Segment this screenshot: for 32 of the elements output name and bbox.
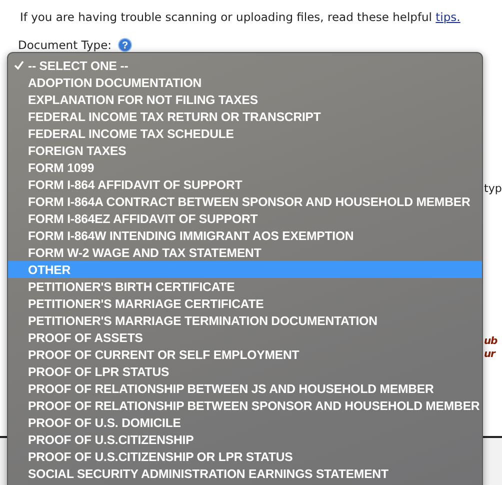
dropdown-option[interactable]: FORM I-864 AFFIDAVIT OF SUPPORT bbox=[8, 176, 482, 193]
dropdown-option[interactable]: FORM I-864EZ AFFIDAVIT OF SUPPORT bbox=[8, 210, 482, 227]
dropdown-option[interactable]: PETITIONER'S MARRIAGE CERTIFICATE bbox=[8, 295, 482, 312]
dropdown-option[interactable]: SOCIAL SECURITY ADMINISTRATION EARNINGS STATEMENT bbox=[8, 465, 482, 482]
dropdown-option[interactable]: PROOF OF CURRENT OR SELF EMPLOYMENT bbox=[8, 346, 482, 363]
dropdown-option[interactable]: PETITIONER'S BIRTH CERTIFICATE bbox=[8, 278, 482, 295]
partial-text: ur bbox=[484, 348, 495, 361]
dropdown-option[interactable]: FEDERAL INCOME TAX SCHEDULE bbox=[8, 125, 482, 142]
dropdown-option[interactable]: PETITIONER'S MARRIAGE TERMINATION DOCUMENTATION bbox=[8, 312, 482, 329]
dropdown-option[interactable]: FOREIGN TAXES bbox=[8, 142, 482, 159]
dropdown-option[interactable]: FORM W-2 WAGE AND TAX STATEMENT bbox=[8, 244, 482, 261]
dropdown-option[interactable]: -- SELECT ONE -- bbox=[8, 57, 482, 74]
field-label: Document Type: bbox=[18, 38, 112, 52]
dropdown-option[interactable]: PROOF OF RELATIONSHIP BETWEEN SPONSOR AND HOUSEHOLD MEMBER bbox=[8, 397, 482, 414]
dropdown-option[interactable]: PROOF OF RELATIONSHIP BETWEEN JS AND HOUSEHOLD MEMBER bbox=[8, 380, 482, 397]
dropdown-option[interactable]: FORM 1099 bbox=[8, 159, 482, 176]
partial-text: typ bbox=[484, 182, 502, 195]
dropdown-option[interactable]: FEDERAL INCOME TAX RETURN OR TRANSCRIPT bbox=[8, 108, 482, 125]
partial-text: ub bbox=[484, 335, 498, 348]
dropdown-option[interactable]: PROOF OF LPR STATUS bbox=[8, 363, 482, 380]
tips-link[interactable]: tips. bbox=[436, 10, 460, 24]
dropdown-option[interactable]: PROOF OF U.S.CITIZENSHIP bbox=[8, 431, 482, 448]
dropdown-option[interactable]: OTHER bbox=[8, 261, 482, 278]
dropdown-option[interactable]: FORM I-864W INTENDING IMMIGRANT AOS EXEMPTION bbox=[8, 227, 482, 244]
dropdown-option[interactable]: EXPLANATION FOR NOT FILING TAXES bbox=[8, 91, 482, 108]
dropdown-option[interactable]: PROOF OF U.S.CITIZENSHIP OR LPR STATUS bbox=[8, 448, 482, 465]
dropdown-option[interactable]: PROOF OF ASSETS bbox=[8, 329, 482, 346]
help-icon[interactable]: ? bbox=[118, 38, 132, 52]
help-text: If you are having trouble scanning or uploading files, read these helpful tips. bbox=[19, 9, 462, 24]
dropdown-option[interactable]: FORM I-864A CONTRACT BETWEEN SPONSOR AND HOUSEHOLD MEMBER bbox=[8, 193, 482, 210]
dropdown-option[interactable]: ADOPTION DOCUMENTATION bbox=[8, 74, 482, 91]
dropdown-option[interactable]: PROOF OF U.S. DOMICILE bbox=[8, 414, 482, 431]
